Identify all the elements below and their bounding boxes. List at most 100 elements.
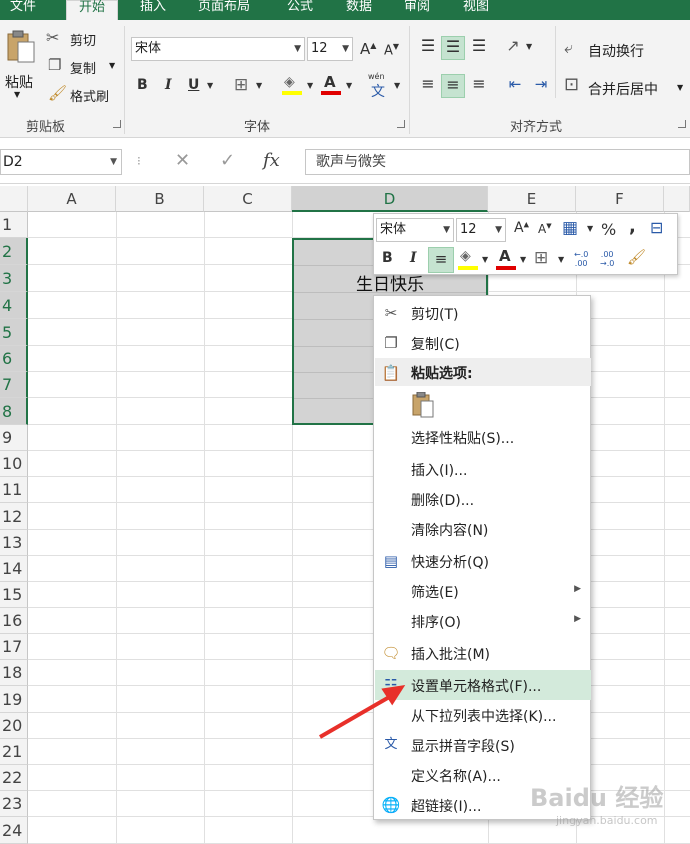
- row-header-9[interactable]: 9: [0, 425, 28, 451]
- mini-fill-color-button[interactable]: ◈: [458, 248, 480, 272]
- column-header-f[interactable]: F: [576, 186, 664, 212]
- row-header-19[interactable]: 19: [0, 686, 28, 713]
- column-header-e[interactable]: E: [488, 186, 576, 212]
- align-bottom-icon[interactable]: ☰: [468, 36, 490, 60]
- menu-item-delete[interactable]: 删除(D)...: [375, 484, 591, 514]
- row-header-21[interactable]: 21: [0, 739, 28, 765]
- mini-align-center-icon[interactable]: ≡: [428, 247, 454, 273]
- phonetic-button[interactable]: wén 文: [368, 72, 390, 100]
- chevron-down-icon[interactable]: ▼: [307, 81, 313, 90]
- italic-button[interactable]: I: [165, 77, 172, 93]
- align-center-icon[interactable]: ≡: [441, 74, 465, 98]
- row-header-24[interactable]: 24: [0, 817, 28, 844]
- row-header-16[interactable]: 16: [0, 608, 28, 634]
- row-header-15[interactable]: 15: [0, 582, 28, 608]
- font-launcher-icon[interactable]: [397, 120, 405, 128]
- font-color-button[interactable]: A: [321, 73, 343, 96]
- chevron-down-icon[interactable]: ▼: [520, 255, 526, 264]
- increase-indent-icon[interactable]: ⇥: [530, 74, 552, 98]
- align-right-icon[interactable]: ≡: [468, 74, 490, 98]
- column-header-d[interactable]: D: [292, 186, 488, 212]
- tab-view[interactable]: 视图: [463, 0, 489, 20]
- mini-shrink-font-icon[interactable]: A▼: [538, 222, 552, 236]
- row-header-8[interactable]: 8: [0, 398, 28, 425]
- tab-home[interactable]: 开始: [66, 0, 119, 22]
- chevron-down-icon[interactable]: ▼: [526, 42, 532, 51]
- mini-increase-decimal-icon[interactable]: ←.0.00: [574, 250, 588, 268]
- menu-item-cut[interactable]: ✂ 剪切(T): [375, 298, 591, 328]
- row-header-3[interactable]: 3: [0, 265, 28, 292]
- row-header-23[interactable]: 23: [0, 791, 28, 817]
- fill-color-button[interactable]: ◈: [282, 74, 304, 96]
- menu-item-clear-contents[interactable]: 清除内容(N): [375, 514, 591, 544]
- borders-icon[interactable]: ⊞: [234, 75, 248, 95]
- bold-button[interactable]: B: [137, 77, 148, 93]
- cancel-icon[interactable]: ✕: [175, 150, 190, 171]
- row-header-11[interactable]: 11: [0, 477, 28, 503]
- menu-item-show-phonetic[interactable]: 文 显示拼音字段(S): [375, 730, 591, 760]
- mini-font-name-combo[interactable]: 宋体 ▼: [376, 218, 454, 242]
- row-header-2[interactable]: 2: [0, 238, 28, 265]
- chevron-down-icon[interactable]: ▼: [558, 255, 564, 264]
- font-size-combo[interactable]: 12 ▼: [307, 37, 353, 61]
- decrease-indent-icon[interactable]: ⇤: [504, 74, 526, 98]
- row-header-4[interactable]: 4: [0, 292, 28, 319]
- row-header-20[interactable]: 20: [0, 713, 28, 739]
- shrink-font-button[interactable]: A▼: [384, 42, 399, 58]
- mini-borders-icon[interactable]: ⊞: [534, 248, 548, 268]
- row-header-10[interactable]: 10: [0, 451, 28, 477]
- orientation-icon[interactable]: ↗: [502, 36, 524, 60]
- align-top-icon[interactable]: ☰: [417, 36, 439, 60]
- tab-formulas[interactable]: 公式: [287, 0, 313, 20]
- column-header-a[interactable]: A: [28, 186, 116, 212]
- row-header-17[interactable]: 17: [0, 634, 28, 660]
- mini-italic-button[interactable]: I: [410, 250, 417, 266]
- column-header-c[interactable]: C: [204, 186, 292, 212]
- column-header-b[interactable]: B: [116, 186, 204, 212]
- menu-item-filter[interactable]: 筛选(E) ▶: [375, 576, 591, 606]
- row-header-6[interactable]: 6: [0, 346, 28, 372]
- paste-button[interactable]: 粘贴 ▼: [2, 28, 38, 99]
- format-painter-button[interactable]: 🖌 格式刷: [46, 84, 120, 106]
- chevron-down-icon[interactable]: ▼: [256, 81, 262, 90]
- chevron-down-icon[interactable]: ▼: [394, 81, 400, 90]
- font-name-combo[interactable]: 宋体 ▼: [131, 37, 305, 61]
- select-all-corner[interactable]: [0, 186, 28, 212]
- wrap-text-button[interactable]: ⤶ 自动换行: [564, 38, 684, 62]
- align-left-icon[interactable]: ≡: [417, 74, 439, 98]
- chevron-down-icon[interactable]: ▼: [346, 81, 352, 90]
- tab-insert[interactable]: 插入: [140, 0, 166, 20]
- mini-percent-icon[interactable]: %: [601, 220, 616, 239]
- tab-page-layout[interactable]: 页面布局: [198, 0, 250, 20]
- insert-function-icon[interactable]: fx: [263, 150, 280, 171]
- mini-decrease-decimal-icon[interactable]: .00 →.0: [600, 250, 614, 268]
- chevron-down-icon[interactable]: ▼: [587, 224, 593, 233]
- row-header-18[interactable]: 18: [0, 660, 28, 686]
- merge-center-button[interactable]: ⊡ 合并后居中 ▼: [564, 74, 688, 100]
- chevron-down-icon[interactable]: ▼: [207, 81, 213, 90]
- mini-comma-icon[interactable]: ,: [629, 216, 636, 237]
- menu-item-paste-special[interactable]: 选择性粘贴(S)...: [375, 422, 591, 452]
- row-header-12[interactable]: 12: [0, 503, 28, 530]
- mini-grow-font-icon[interactable]: A▲: [514, 220, 529, 236]
- underline-button[interactable]: U: [188, 77, 199, 93]
- formula-input[interactable]: 歌声与微笑: [305, 149, 690, 175]
- menu-item-copy[interactable]: ❐ 复制(C): [375, 328, 591, 358]
- row-header-1[interactable]: 1: [0, 212, 28, 238]
- mini-font-color-button[interactable]: A: [496, 247, 518, 272]
- menu-item-sort[interactable]: 排序(O) ▶: [375, 606, 591, 636]
- menu-item-quick-analysis[interactable]: ▤ 快速分析(Q): [375, 546, 591, 576]
- tab-file[interactable]: 文件: [10, 0, 36, 20]
- mini-merge-icon[interactable]: ⊟: [650, 218, 663, 237]
- column-header-g[interactable]: [664, 186, 690, 212]
- mini-format-painter-icon[interactable]: 🖌: [627, 248, 646, 266]
- copy-button[interactable]: ❐ 复制 ▼: [46, 56, 120, 78]
- grow-font-button[interactable]: A▲: [360, 40, 376, 58]
- cut-button[interactable]: ✂ 剪切: [46, 28, 106, 50]
- menu-item-insert[interactable]: 插入(I)...: [375, 454, 591, 484]
- chevron-down-icon[interactable]: ▼: [482, 255, 488, 264]
- row-header-7[interactable]: 7: [0, 372, 28, 398]
- menu-item-pick-from-list[interactable]: 从下拉列表中选择(K)...: [375, 700, 591, 730]
- mini-number-format-icon[interactable]: ▦: [562, 218, 578, 238]
- tab-data[interactable]: 数据: [346, 0, 372, 20]
